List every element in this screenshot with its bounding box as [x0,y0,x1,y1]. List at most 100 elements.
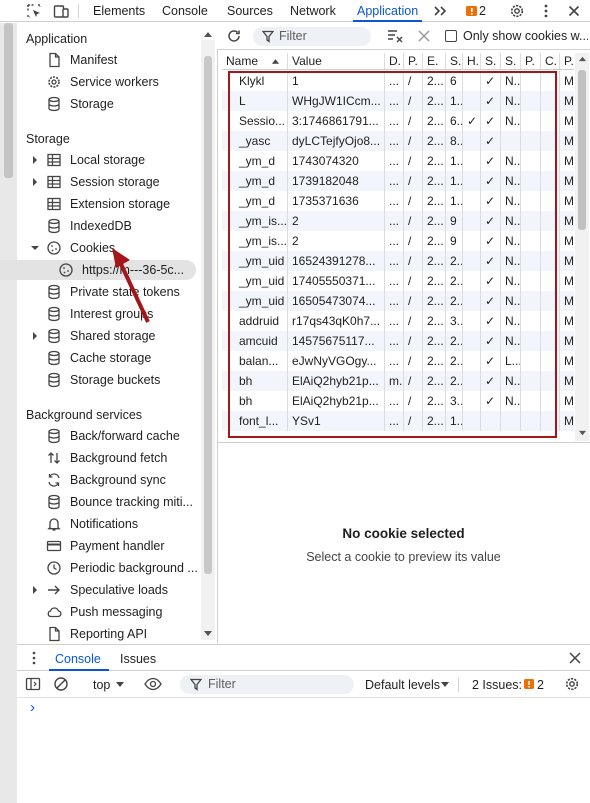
drawer-tab-console[interactable]: Console [55,652,101,666]
settings-gear-icon[interactable] [509,3,525,19]
sidebar-item-service-workers[interactable]: Service workers [0,72,200,92]
sidebar-item-extension-storage[interactable]: Extension storage [0,194,200,214]
close-devtools-icon[interactable] [566,3,582,19]
table-scroll-up-icon[interactable] [578,55,587,62]
column-header[interactable]: S. [480,53,500,69]
sidebar-item-session-storage[interactable]: Session storage [0,172,200,192]
sidebar-item-push-messaging[interactable]: Push messaging [0,602,200,622]
table-row[interactable]: balan...eJwNyVGOgy....../2...2...✓L...M [222,351,574,371]
sidebar-item-manifest[interactable]: Manifest [0,50,200,70]
table-scroll-down-icon[interactable] [578,430,587,437]
expand-arrow-icon[interactable] [30,155,40,165]
expand-arrow-icon[interactable] [30,331,40,341]
live-expression-eye-icon[interactable] [144,676,162,692]
sidebar-item-cache-storage[interactable]: Cache storage [0,348,200,368]
cookie-filter-input[interactable]: Filter [253,27,371,46]
table-row[interactable]: L WHgJW1ICcm....../2...1... ✓N... M [222,91,574,111]
drawer-tab-issues[interactable]: Issues [120,652,156,666]
collapse-arrow-icon[interactable] [30,243,40,253]
sidebar-item-speculative-loads[interactable]: Speculative loads [0,580,200,600]
levels-dropdown-icon[interactable] [441,682,449,688]
sidebar-item-cookie-domain[interactable]: https://m---36-5c... [0,260,196,280]
table-row[interactable]: _ym_uid17405550371....../2...2...✓N...M [222,271,574,291]
delete-all-icon[interactable] [417,29,431,43]
table-row[interactable]: amcuid14575675117....../2...2...✓N...M [222,331,574,351]
drawer-menu-icon[interactable] [31,651,37,665]
column-header[interactable]: S. [500,53,520,69]
table-row[interactable]: _ym_uid16524391278....../2...2...✓N...M [222,251,574,271]
context-dropdown-icon[interactable] [116,682,124,688]
expand-arrow-icon[interactable] [30,177,40,187]
table-row[interactable]: Sessio...3:1746861791....../2...6...✓✓N.… [222,111,574,131]
sidebar-item-cookies[interactable]: Cookies [0,238,200,258]
context-selector[interactable]: top [93,678,110,692]
table-row[interactable]: _ym_is...2.../2...9✓N...M [222,211,574,231]
sort-ascending-icon[interactable] [271,57,280,65]
sidebar-item-bounce-tracking[interactable]: Bounce tracking miti... [0,492,200,512]
sidebar-item-shared-storage[interactable]: Shared storage [0,326,200,346]
scroll-up-arrow-icon[interactable] [203,30,213,38]
inspect-element-icon[interactable] [26,3,42,19]
column-header[interactable]: H. [462,53,480,69]
column-header[interactable]: P. [403,53,422,69]
sidebar-item-reporting-api[interactable]: Reporting API [0,624,200,644]
only-issues-checkbox[interactable] [445,30,457,42]
close-drawer-icon[interactable] [568,651,582,665]
sidebar-item-indexeddb[interactable]: IndexedDB [0,216,200,236]
sidebar-item-background-sync[interactable]: Background sync [0,470,200,490]
tab-elements[interactable]: Elements [93,0,145,22]
column-header[interactable]: Value [287,53,384,69]
table-row[interactable]: addruid r17qs43qK0h7....../2...3... ✓N... M [222,311,574,331]
table-row[interactable]: _ym_d 1735371636.../2...1... ✓N... M [222,191,574,211]
column-header[interactable]: D. [384,53,403,69]
sidebar-item-back-forward-cache[interactable]: Back/forward cache [0,426,200,446]
more-options-icon[interactable] [538,3,554,19]
table-row[interactable]: _yasc dyLCTejfyOjo8....../2...8... ✓ M [222,131,574,151]
column-header[interactable]: P. [559,53,574,69]
sidebar-item-payment-handler[interactable]: Payment handler [0,536,200,556]
sidebar-item-private-state-tokens[interactable]: Private state tokens [0,282,200,302]
console-filter-input[interactable]: Filter [180,675,354,694]
sidebar-item-local-storage[interactable]: Local storage [0,150,200,170]
refresh-icon[interactable] [226,28,242,44]
table-row[interactable]: _ym_d 1739182048.../2...1... ✓N... M [222,171,574,191]
table-scroll-thumb[interactable] [578,70,586,230]
tab-console[interactable]: Console [162,0,208,22]
expand-arrow-icon[interactable] [30,585,40,595]
scroll-down-arrow-icon[interactable] [203,630,213,638]
column-header[interactable]: S. [445,53,462,69]
table-row[interactable]: font_l... YSv1.../2...1... M [222,411,574,431]
issues-summary-count[interactable]: 2 [537,678,544,692]
console-prompt[interactable]: › [30,699,35,716]
table-cell [520,391,540,411]
tab-network[interactable]: Network [290,0,336,22]
sidebar-item-interest-groups[interactable]: Interest groups [0,304,200,324]
clear-console-icon[interactable] [53,676,69,692]
table-cell: N... [500,71,520,91]
tab-sources[interactable]: Sources [227,0,273,22]
sidebar-item-background-fetch[interactable]: Background fetch [0,448,200,468]
console-settings-gear-icon[interactable] [564,676,580,692]
sidebar-item-notifications[interactable]: Notifications [0,514,200,534]
column-header[interactable]: C. [540,53,559,69]
table-row[interactable]: bhElAiQ2hyb21p...m.../2...2...✓N...M [222,371,574,391]
issues-summary-label[interactable]: 2 Issues: [472,678,522,692]
table-row[interactable]: _ym_d 1743074320.../2...1... ✓N... M [222,151,574,171]
sidebar-item-storage-overview[interactable]: Storage [0,94,200,114]
log-levels-dropdown[interactable]: Default levels [365,678,440,692]
sidebar-toggle-icon[interactable] [25,676,41,692]
issues-count[interactable]: 2 [479,0,486,22]
sidebar-item-periodic-background-sync[interactable]: Periodic background ... [0,558,200,578]
clear-filtered-icon[interactable] [387,28,405,44]
sidebar-item-storage-buckets[interactable]: Storage buckets [0,370,200,390]
table-row[interactable]: _ym_is...2.../2...9✓N...M [222,231,574,251]
table-row[interactable]: Klykl 1.../2...6 ✓N... M [222,71,574,91]
table-row[interactable]: bh ElAiQ2hyb21p....../2...3... ✓N... M [222,391,574,411]
column-header[interactable]: P. [520,53,540,69]
device-toolbar-icon[interactable] [53,3,69,19]
tab-application[interactable]: Application [352,0,423,22]
more-tabs-icon[interactable] [432,3,448,19]
table-row[interactable]: _ym_uid16505473074....../2...2...✓N...M [222,291,574,311]
sidebar-scroll-thumb[interactable] [204,56,212,574]
column-header[interactable]: E. [422,53,445,69]
